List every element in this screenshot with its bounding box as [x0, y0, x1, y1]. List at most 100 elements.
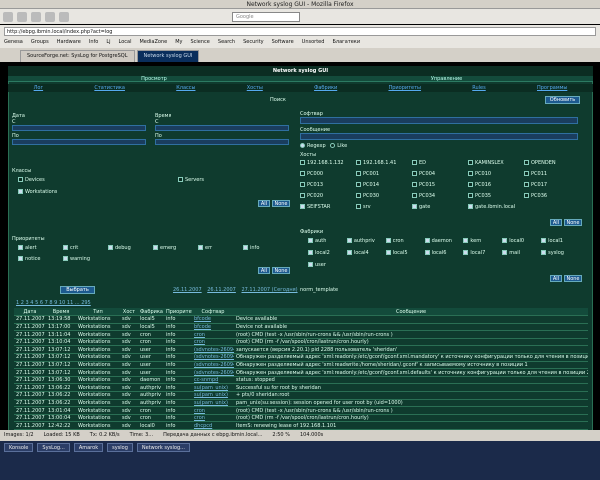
taskbar-button[interactable]: syslog	[107, 443, 133, 452]
priority-option[interactable]: alert	[18, 245, 63, 251]
column-header[interactable]: Дата	[14, 308, 46, 317]
nav-link[interactable]: Rules	[472, 85, 486, 91]
checkbox[interactable]	[356, 171, 361, 176]
checkbox[interactable]	[300, 171, 305, 176]
checkbox[interactable]	[346, 238, 352, 243]
checkbox[interactable]	[300, 193, 305, 198]
checkbox[interactable]	[524, 193, 529, 198]
checkbox[interactable]	[541, 238, 547, 243]
checkbox[interactable]	[356, 204, 361, 209]
facility-option[interactable]: local0	[502, 238, 541, 244]
facility-option[interactable]: cron	[385, 238, 425, 244]
priority-option[interactable]: notice	[18, 256, 63, 262]
tab-syslog-gui[interactable]: Network syslog GUI	[136, 50, 200, 62]
taskbar-button[interactable]: Amarok	[73, 443, 104, 452]
bookmark-item[interactable]: Search	[218, 39, 235, 46]
table-cell[interactable]: bfcode	[192, 315, 234, 324]
checkbox[interactable]	[412, 193, 417, 198]
facility-option[interactable]: auth	[308, 238, 347, 244]
time-to-input[interactable]	[155, 139, 289, 145]
nav-link[interactable]: Хосты	[247, 85, 263, 91]
host-option[interactable]: KAMINSLEX	[468, 160, 524, 166]
checkbox[interactable]	[153, 245, 158, 250]
facilities-none-button[interactable]: None	[564, 275, 582, 282]
checkbox[interactable]	[468, 204, 473, 209]
table-cell[interactable]: bfcode	[192, 323, 234, 332]
checkbox[interactable]	[412, 171, 417, 176]
bookmark-item[interactable]: Info	[89, 39, 98, 46]
checkbox[interactable]	[502, 238, 508, 243]
column-header[interactable]: Сообщение	[234, 308, 588, 317]
priority-option[interactable]: debug	[108, 245, 153, 251]
host-option[interactable]: SEIFSTAR	[300, 204, 356, 210]
bookmark-item[interactable]: Software	[272, 39, 294, 46]
table-cell[interactable]: cron	[192, 338, 234, 347]
facility-option[interactable]: mail	[502, 250, 541, 256]
taskbar-button[interactable]: SysLog...	[37, 443, 70, 452]
table-cell[interactable]: su(pam_unix)	[192, 391, 234, 400]
time-from-input[interactable]	[155, 125, 289, 131]
host-option[interactable]: gate	[412, 204, 468, 210]
checkbox[interactable]	[18, 177, 23, 182]
facility-option[interactable]: local7	[463, 250, 502, 256]
table-cell[interactable]: cc-snmpd	[192, 376, 234, 385]
bookmark-item[interactable]: Genesa	[4, 39, 23, 46]
checkbox[interactable]	[63, 256, 68, 261]
host-option[interactable]: PC015	[412, 182, 468, 188]
date-link[interactable]: 26.11.2007	[173, 287, 202, 293]
facility-option[interactable]: local1	[541, 238, 580, 244]
priorities-none-button[interactable]: None	[272, 267, 290, 274]
checkbox[interactable]	[463, 238, 469, 243]
host-option[interactable]: PC020	[300, 193, 356, 199]
host-option[interactable]: PC030	[356, 193, 412, 199]
nav-link[interactable]: Классы	[176, 85, 195, 91]
host-option[interactable]: PC010	[468, 171, 524, 177]
checkbox[interactable]	[502, 250, 508, 255]
checkbox[interactable]	[385, 250, 391, 255]
bookmark-item[interactable]: Hardware	[57, 39, 81, 46]
column-header[interactable]: Тип	[76, 308, 120, 317]
host-option[interactable]: PC011	[524, 171, 580, 177]
priority-option[interactable]: info	[243, 245, 288, 251]
checkbox[interactable]	[424, 238, 430, 243]
regexp-radio[interactable]	[300, 143, 305, 148]
host-option[interactable]: PC016	[468, 182, 524, 188]
checkbox[interactable]	[412, 182, 417, 187]
match-mode[interactable]: Regexp Like	[300, 143, 347, 149]
checkbox[interactable]	[356, 193, 361, 198]
host-option[interactable]: PC001	[356, 171, 412, 177]
back-icon[interactable]	[3, 11, 13, 22]
software-select[interactable]	[300, 117, 578, 124]
nav-link[interactable]: Лог	[34, 85, 43, 91]
priority-option[interactable]: crit	[63, 245, 108, 251]
class-option[interactable]: Workstations	[18, 189, 57, 195]
date-link[interactable]: 27.11.2007 (Сегодня)	[241, 287, 297, 293]
checkbox[interactable]	[18, 189, 23, 194]
bookmark-item[interactable]: Unsorted	[302, 39, 325, 46]
host-option[interactable]: PC004	[412, 171, 468, 177]
message-input[interactable]	[300, 133, 578, 140]
host-option[interactable]: PC036	[524, 193, 580, 199]
classes-none-button[interactable]: None	[272, 200, 290, 207]
checkbox[interactable]	[308, 250, 313, 255]
checkbox[interactable]	[346, 250, 352, 255]
facility-option[interactable]: authpriv	[346, 238, 386, 244]
nav-link[interactable]: Статистика	[94, 85, 125, 91]
table-cell[interactable]: dhcpcd	[192, 421, 234, 430]
nav-link[interactable]: Приоритеты	[388, 85, 421, 91]
column-header[interactable]: Софтвар	[192, 308, 234, 317]
host-option[interactable]: srv	[356, 204, 412, 210]
checkbox[interactable]	[308, 238, 313, 243]
table-cell[interactable]: cron	[192, 406, 234, 415]
pagination[interactable]: 1 2 3 4 5 6 7 8 9 10 11 ... 295	[16, 300, 91, 306]
host-option[interactable]: PC014	[356, 182, 412, 188]
checkbox[interactable]	[356, 182, 361, 187]
bookmark-item[interactable]: Groups	[31, 39, 49, 46]
checkbox[interactable]	[108, 245, 113, 250]
date-link[interactable]: 26.11.2007	[207, 287, 236, 293]
checkbox[interactable]	[385, 238, 391, 243]
table-cell[interactable]: (sdvnotes-26094)	[192, 345, 234, 355]
host-option[interactable]: PC000	[300, 171, 356, 177]
host-option[interactable]: ED	[412, 160, 468, 166]
host-option[interactable]: 192.168.1.132	[300, 160, 356, 166]
